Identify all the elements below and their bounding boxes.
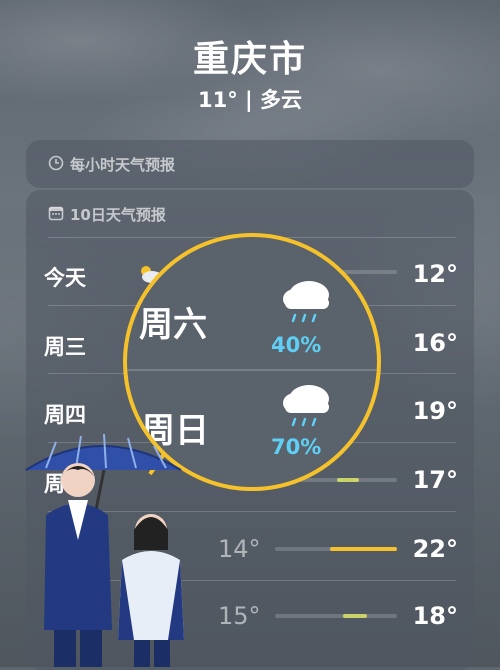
rain-cloud-icon (279, 381, 335, 433)
temp-range-bar (275, 547, 397, 551)
day-label: 今天 (44, 266, 86, 290)
clock-icon (48, 155, 64, 175)
day-label: 周四 (44, 403, 86, 427)
high-temp: 17° (412, 466, 458, 494)
high-temp: 12° (412, 260, 458, 288)
temp-range-bar (275, 614, 397, 618)
city-name: 重庆市 (192, 39, 307, 80)
hourly-forecast-card[interactable]: 每小时天气预报 (26, 140, 474, 188)
precip-percent: 70% (271, 435, 322, 459)
day-label: 周三 (44, 335, 86, 359)
students-umbrella-sticker (25, 433, 184, 667)
ten-day-forecast-label: 10日天气预报 (70, 206, 166, 224)
current-condition: 11° | 多云 (197, 88, 302, 112)
calendar-icon (48, 205, 64, 225)
low-temp: 14° (218, 535, 261, 563)
high-temp: 16° (412, 329, 458, 357)
hourly-forecast-label: 每小时天气预报 (70, 156, 176, 174)
divider (127, 369, 377, 371)
magnified-day-label: 周六 (139, 305, 207, 345)
precip-percent: 40% (271, 333, 322, 357)
high-temp: 22° (412, 535, 458, 563)
low-temp: 15° (218, 602, 261, 630)
rain-cloud-icon (279, 277, 335, 329)
high-temp: 18° (412, 602, 458, 630)
high-temp: 19° (412, 397, 458, 425)
